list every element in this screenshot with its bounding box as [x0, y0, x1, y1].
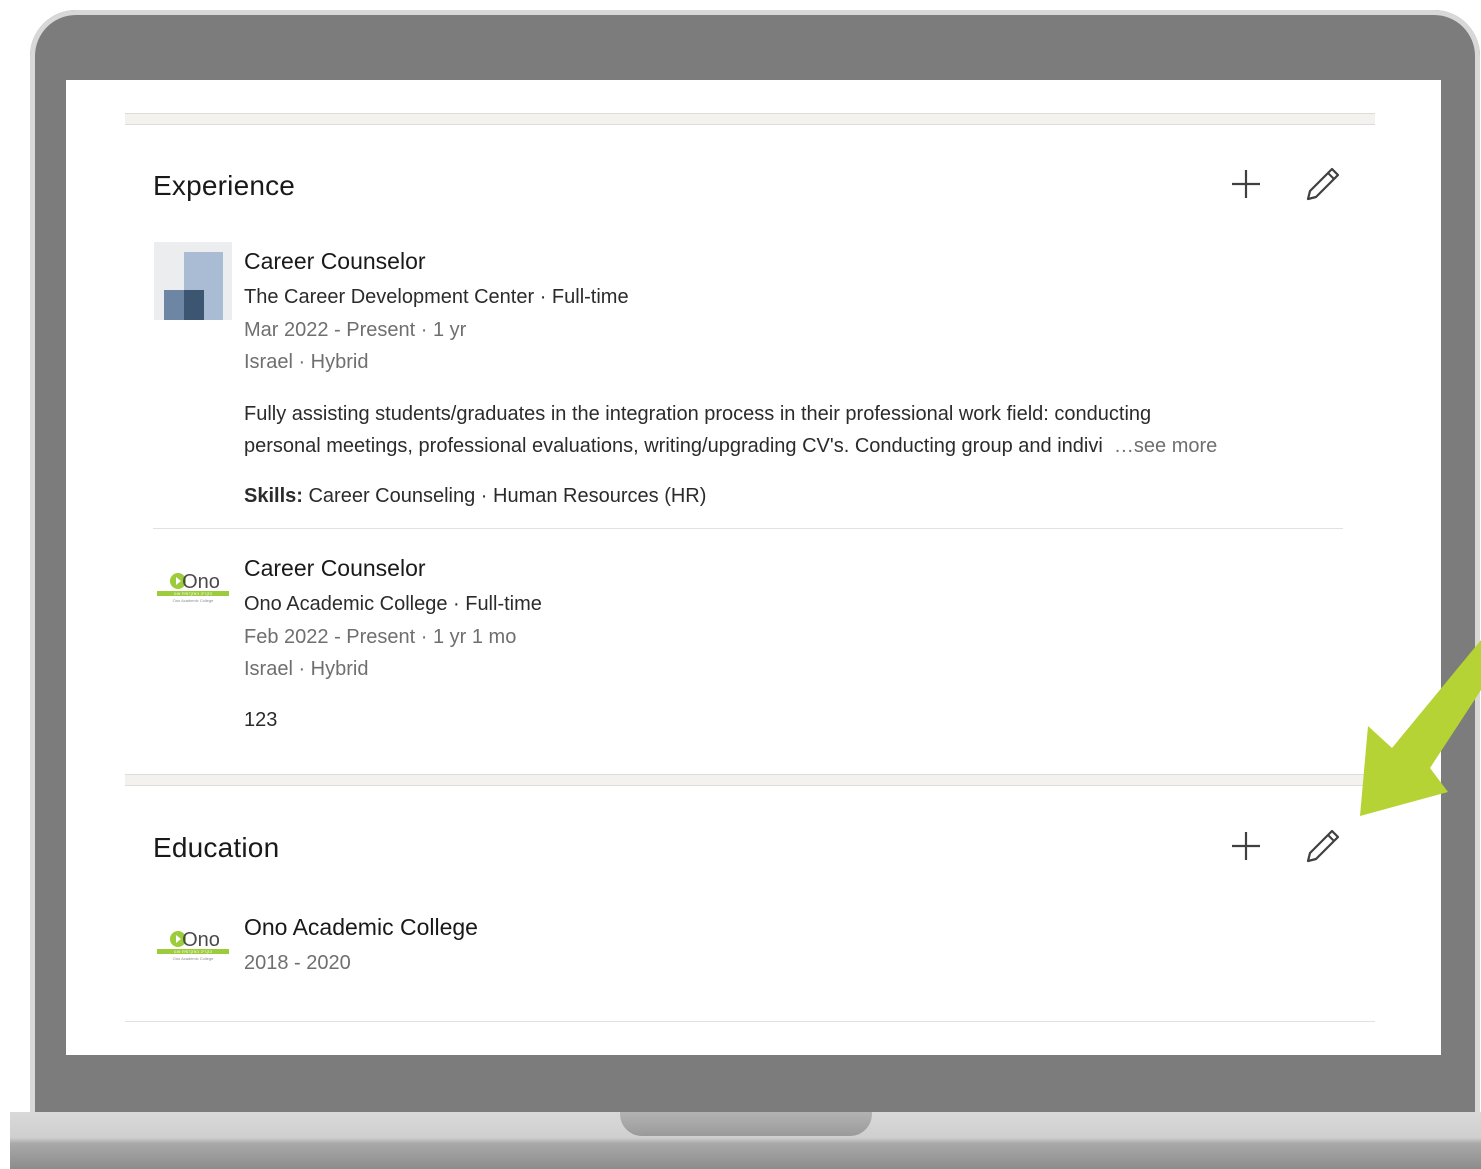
company-logo-graphic [164, 252, 223, 320]
education-years: 2018 - 2020 [244, 952, 351, 974]
ono-logo-graphic: Ono הקריה האקדמית אונו Ono Academic Coll… [157, 571, 229, 603]
job-dates: Mar 2022 - Present · 1 yr [244, 319, 467, 341]
ono-tagline-he: הקריה האקדמית אונו [174, 591, 213, 596]
ono-wordmark: Ono [182, 571, 220, 593]
job-skills[interactable]: Skills: Career Counseling · Human Resour… [244, 485, 706, 508]
plus-icon [1232, 170, 1260, 198]
ono-tagline-en: Ono Academic College [173, 598, 214, 603]
see-more-link[interactable]: …see more [1114, 435, 1217, 457]
edit-experience-button[interactable] [1303, 164, 1343, 204]
job-dates: Feb 2022 - Present · 1 yr 1 mo [244, 626, 517, 648]
job-description: Fully assisting students/graduates in th… [244, 398, 1217, 462]
laptop-notch [620, 1112, 872, 1136]
experience-heading: Experience [153, 170, 296, 201]
description-line-2: personal meetings, professional evaluati… [244, 430, 1217, 462]
job-location: Israel · Hybrid [244, 658, 369, 680]
section-divider [125, 113, 1375, 125]
profile-screen: Experience Career Counselor The Career D… [66, 80, 1441, 1055]
job-title[interactable]: Career Counselor [244, 248, 426, 275]
pencil-icon [1306, 829, 1340, 863]
ono-tagline-en: Ono Academic College [173, 956, 214, 961]
plus-icon [1232, 832, 1260, 860]
job-description: 123 [244, 709, 278, 731]
company-line: Ono Academic College · Full-time [244, 593, 542, 615]
skills-label: Skills: [244, 485, 303, 507]
add-experience-button[interactable] [1226, 164, 1266, 204]
education-heading: Education [153, 832, 280, 863]
description-line-1: Fully assisting students/graduates in th… [244, 403, 1152, 425]
section-divider [125, 774, 1375, 786]
ono-college-logo[interactable]: Ono הקריה האקדמית אונו Ono Academic Coll… [154, 548, 232, 626]
job-location: Israel · Hybrid [244, 351, 369, 373]
add-education-button[interactable] [1226, 826, 1266, 866]
ono-wordmark: Ono [182, 929, 220, 951]
skills-list: Career Counseling · Human Resources (HR) [308, 485, 707, 507]
school-name[interactable]: Ono Academic College [244, 914, 478, 941]
item-divider [153, 528, 1343, 529]
job-title[interactable]: Career Counselor [244, 555, 426, 582]
ono-logo-graphic: Ono הקריה האקדמית אונו Ono Academic Coll… [157, 929, 229, 961]
ono-college-logo[interactable]: Ono הקריה האקדמית אונו Ono Academic Coll… [154, 906, 232, 984]
description-line-2-text: personal meetings, professional evaluati… [244, 435, 1103, 457]
edit-education-button[interactable] [1303, 826, 1343, 866]
company-line: The Career Development Center · Full-tim… [244, 286, 629, 308]
pencil-icon [1306, 167, 1340, 201]
ono-tagline-he: הקריה האקדמית אונו [174, 949, 213, 954]
section-bottom-divider [125, 1021, 1375, 1022]
career-center-logo[interactable] [154, 242, 232, 320]
arrow-pointer-icon [1360, 640, 1481, 816]
